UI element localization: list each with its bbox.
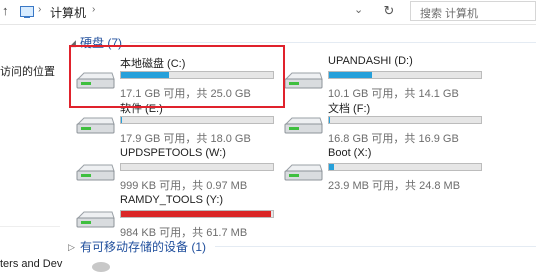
drive-tile-w[interactable]: UPDSPETOOLS (W:) 999 KB 可用，共 0.97 MB	[74, 147, 284, 195]
navigation-pane	[0, 25, 64, 269]
drive-usage-fill	[329, 72, 373, 78]
breadcrumb-computer[interactable]: 计算机	[50, 4, 86, 21]
drive-usage-bar	[120, 116, 274, 124]
group-divider	[130, 42, 536, 43]
drive-label: Boot (X:)	[328, 147, 372, 159]
nav-divider	[0, 226, 60, 227]
hard-drive-icon	[284, 72, 323, 89]
drive-usage-fill	[329, 164, 335, 170]
drive-usage-bar	[120, 163, 274, 171]
chevron-down-icon[interactable]: ⌄	[354, 3, 363, 16]
expand-icon[interactable]: ▷	[68, 242, 75, 253]
drive-space-info: 17.9 GB 可用，共 18.0 GB	[120, 133, 251, 145]
breadcrumb-separator[interactable]: ›	[92, 4, 95, 15]
drive-usage-fill	[121, 211, 271, 217]
drive-space-info: 23.9 MB 可用，共 24.8 MB	[328, 180, 461, 192]
drive-tile-x[interactable]: Boot (X:) 23.9 MB 可用，共 24.8 MB	[282, 147, 492, 195]
drive-usage-fill	[121, 117, 122, 123]
drive-tile-y[interactable]: RAMDY_TOOLS (Y:) 984 KB 可用，共 61.7 MB	[74, 194, 284, 242]
drive-label: RAMDY_TOOLS (Y:)	[120, 194, 224, 206]
drive-usage-bar	[120, 210, 274, 218]
drive-label: 文档 (F:)	[328, 103, 371, 115]
drive-space-info: 10.1 GB 可用，共 14.1 GB	[328, 88, 459, 100]
drive-usage-fill	[329, 117, 330, 123]
hard-drive-icon	[284, 117, 323, 134]
hard-drive-icon	[76, 164, 115, 181]
nav-item-printers[interactable]: ters and Dev	[0, 258, 62, 270]
drive-tile-f[interactable]: 文档 (F:) 16.8 GB 可用，共 16.9 GB	[282, 100, 492, 148]
hard-drive-icon	[284, 164, 323, 181]
breadcrumb-separator[interactable]: ›	[38, 4, 41, 15]
drive-usage-bar	[328, 71, 482, 79]
hard-drive-icon	[76, 117, 115, 134]
removable-device-icon[interactable]	[92, 262, 110, 272]
drive-tile-d[interactable]: UPANDASHI (D:) 10.1 GB 可用，共 14.1 GB	[282, 55, 492, 103]
search-placeholder: 搜索 计算机	[420, 8, 479, 20]
selection-highlight	[69, 45, 285, 108]
drive-usage-bar	[328, 163, 482, 171]
up-arrow-icon[interactable]: ↑	[2, 3, 9, 18]
refresh-icon[interactable]: ↻	[378, 1, 400, 21]
drive-space-info: 16.8 GB 可用，共 16.9 GB	[328, 133, 459, 145]
drive-label: UPDSPETOOLS (W:)	[120, 147, 226, 159]
hard-drive-icon	[76, 211, 115, 228]
drive-usage-bar	[328, 116, 482, 124]
drive-space-info: 984 KB 可用，共 61.7 MB	[120, 227, 248, 239]
drive-space-info: 999 KB 可用，共 0.97 MB	[120, 180, 248, 192]
nav-item-recent-places[interactable]: 访问的位置	[0, 63, 55, 79]
drive-label: UPANDASHI (D:)	[328, 55, 413, 67]
group-divider	[215, 246, 536, 247]
computer-icon	[20, 6, 34, 18]
address-bar: ↑ › 计算机 › ⌄ ↻ 搜索 计算机	[0, 0, 536, 25]
search-input[interactable]: 搜索 计算机	[410, 1, 536, 21]
